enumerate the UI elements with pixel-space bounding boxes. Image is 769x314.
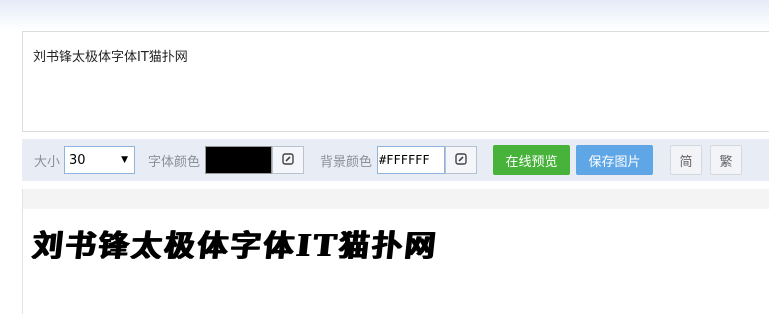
font-text-input[interactable]: 刘书锋太极体字体IT猫扑网 xyxy=(22,31,769,132)
save-image-button[interactable]: 保存图片 xyxy=(576,145,654,175)
size-label: 大小 xyxy=(34,154,61,170)
preview-button[interactable]: 在线预览 xyxy=(493,145,571,175)
font-color-picker-button[interactable] xyxy=(272,146,305,174)
chevron-down-icon: ▼ xyxy=(121,155,129,165)
bg-color-value: #FFFFFF xyxy=(379,153,430,167)
font-toolbar: 大小 30 ▼ 字体颜色 背景颜色 #FFFFFF 在线预览 保存图片 简 繁 xyxy=(22,139,769,181)
font-text-input-value: 刘书锋太极体字体IT猫扑网 xyxy=(33,50,188,65)
font-color-swatch[interactable] xyxy=(205,146,273,174)
size-select[interactable]: 30 ▼ xyxy=(64,146,136,174)
bg-color-input[interactable]: #FFFFFF xyxy=(377,146,446,174)
bg-color-picker-button[interactable] xyxy=(445,146,478,174)
simplified-button[interactable]: 简 xyxy=(670,145,703,175)
size-value: 30 xyxy=(69,152,86,168)
preview-area: 刘书锋太极体字体IT猫扑网 xyxy=(22,189,769,314)
font-color-label: 字体颜色 xyxy=(148,154,201,170)
traditional-button[interactable]: 繁 xyxy=(710,145,743,175)
color-picker-icon xyxy=(455,152,467,168)
top-bar xyxy=(0,0,769,30)
preview-header-strip xyxy=(23,189,769,209)
preview-text: 刘书锋太极体字体IT猫扑网 xyxy=(30,229,440,264)
bg-color-label: 背景颜色 xyxy=(320,154,373,170)
color-picker-icon xyxy=(282,152,294,168)
